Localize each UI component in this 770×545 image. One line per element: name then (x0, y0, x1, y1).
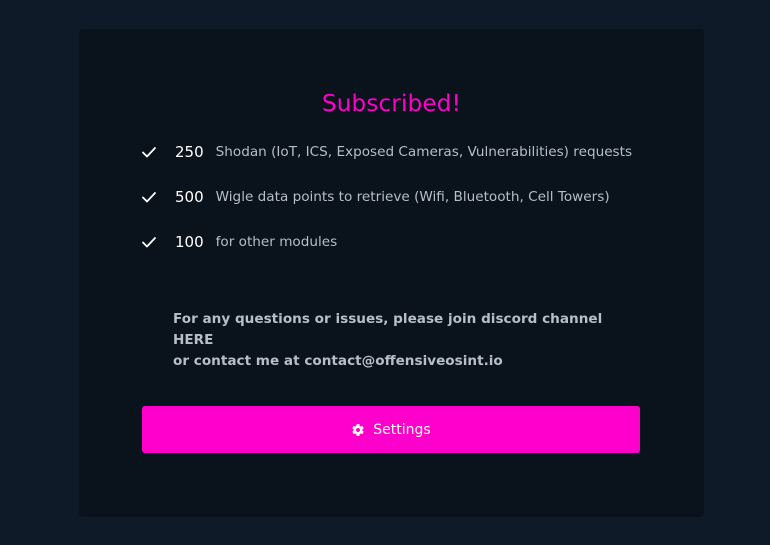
gear-icon (352, 423, 364, 436)
feature-count: 100 (175, 233, 204, 251)
settings-button[interactable]: Settings (142, 406, 640, 453)
feature-item-wigle: 500 Wigle data points to retrieve (Wifi,… (141, 185, 681, 209)
feature-item-shodan: 250 Shodan (IoT, ICS, Exposed Cameras, V… (141, 140, 681, 164)
contact-line-email: or contact me at contact@offensiveosint.… (173, 353, 503, 369)
contact-line-discord: For any questions or issues, please join… (173, 311, 603, 348)
subscribed-title: Subscribed! (321, 91, 462, 117)
feature-item-other-modules: 100 for other modules (141, 230, 681, 254)
settings-button-label: Settings (373, 421, 431, 438)
check-icon (142, 192, 156, 203)
contact-text: For any questions or issues, please join… (173, 309, 643, 372)
feature-desc: Wigle data points to retrieve (Wifi, Blu… (215, 189, 610, 205)
feature-list: 250 Shodan (IoT, ICS, Exposed Cameras, V… (141, 140, 681, 275)
check-icon (142, 237, 156, 248)
feature-count: 500 (175, 188, 204, 206)
feature-count: 250 (175, 143, 204, 161)
check-icon (142, 147, 156, 158)
subscription-card: Subscribed! 250 Shodan (IoT, ICS, Expose… (79, 29, 704, 517)
feature-desc: for other modules (215, 234, 338, 250)
feature-desc: Shodan (IoT, ICS, Exposed Cameras, Vulne… (215, 144, 633, 160)
